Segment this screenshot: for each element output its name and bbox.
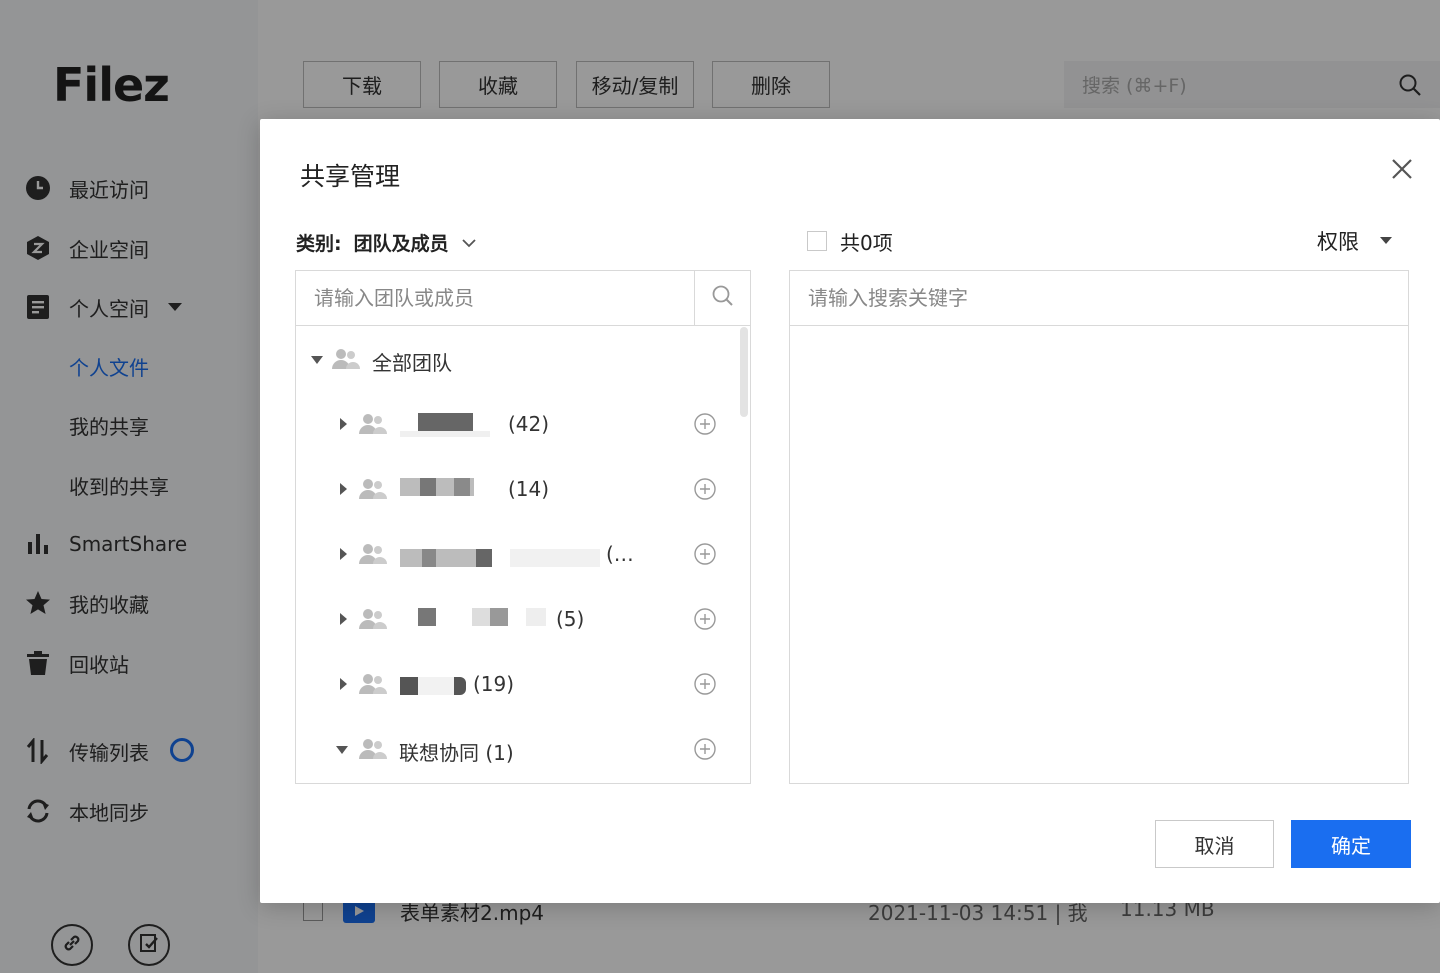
add-circle-icon[interactable] (694, 478, 716, 505)
team-search (296, 271, 750, 326)
select-all-checkbox[interactable] (807, 231, 827, 251)
team-search-input[interactable] (296, 271, 694, 325)
expand-arrow-icon[interactable] (340, 483, 347, 495)
redacted-name (400, 413, 490, 437)
add-circle-icon[interactable] (694, 413, 716, 440)
category-value: 团队及成员 (353, 233, 449, 255)
keyword-search-input[interactable] (790, 271, 1408, 326)
share-management-dialog: 共享管理 类别: 团队及成员 请输入团队或成员 全部团队 (42) (14) (… (260, 119, 1440, 903)
group-icon (332, 348, 360, 375)
add-circle-icon[interactable] (694, 738, 716, 765)
tree-node-count: (42) (508, 412, 550, 436)
tree-node-team-lenovo[interactable]: 联想协同 (1) (296, 730, 716, 770)
tree-node-team[interactable]: (42) (296, 405, 716, 445)
redacted-name (400, 608, 546, 632)
cancel-button[interactable]: 取消 (1155, 820, 1274, 868)
selected-count: 共0项 (840, 231, 893, 255)
group-icon (359, 608, 387, 635)
tree-node-label: 联想协同 (1) (399, 741, 514, 765)
tree-node-count: (19) (473, 672, 515, 696)
redacted-name (400, 543, 600, 567)
team-tree-panel: 全部团队 (42) (295, 270, 751, 784)
close-icon (1388, 159, 1416, 187)
tree-root-all-teams[interactable]: 全部团队 (296, 340, 716, 380)
team-search-button[interactable] (694, 271, 750, 325)
category-selector[interactable]: 类别: 团队及成员 (296, 229, 477, 256)
chevron-down-icon (461, 232, 477, 254)
tree-node-count: (… (606, 542, 634, 566)
group-icon (359, 738, 387, 765)
group-icon (359, 673, 387, 700)
expand-arrow-icon[interactable] (340, 418, 347, 430)
confirm-button[interactable]: 确定 (1291, 820, 1411, 868)
dialog-title: 共享管理 (300, 162, 401, 191)
selected-members-panel (789, 270, 1409, 784)
group-icon (359, 543, 387, 570)
tree-node-team[interactable]: (19) (296, 665, 716, 705)
close-button[interactable] (1388, 155, 1416, 183)
group-icon (359, 413, 387, 440)
category-label: 类别: (296, 233, 342, 255)
caret-down-icon[interactable] (1380, 237, 1392, 244)
redacted-name (400, 478, 490, 502)
add-circle-icon[interactable] (694, 543, 716, 570)
tree-node-label: 全部团队 (372, 351, 452, 375)
tree-node-count: (5) (556, 607, 585, 631)
expand-arrow-icon[interactable] (340, 613, 347, 625)
expand-arrow-icon[interactable] (340, 548, 347, 560)
permission-dropdown[interactable]: 权限 (1317, 226, 1359, 256)
expand-arrow-icon[interactable] (340, 678, 347, 690)
tree-node-count: (14) (508, 477, 550, 501)
expand-arrow-icon[interactable] (311, 356, 323, 364)
tree-node-team[interactable]: (5) (296, 600, 716, 640)
add-circle-icon[interactable] (694, 673, 716, 700)
redacted-name (400, 673, 466, 697)
search-icon (711, 284, 735, 312)
add-circle-icon[interactable] (694, 608, 716, 635)
expand-arrow-icon[interactable] (336, 746, 348, 754)
tree-scrollbar[interactable] (740, 327, 748, 417)
tree-node-team[interactable]: (14) (296, 470, 716, 510)
group-icon (359, 478, 387, 505)
app-window: Filez 最近访问 企业空间 个人空间 个人文件 我的共享 收到的共享 Sma… (0, 0, 1440, 973)
tree-node-team[interactable]: (… (296, 535, 716, 575)
